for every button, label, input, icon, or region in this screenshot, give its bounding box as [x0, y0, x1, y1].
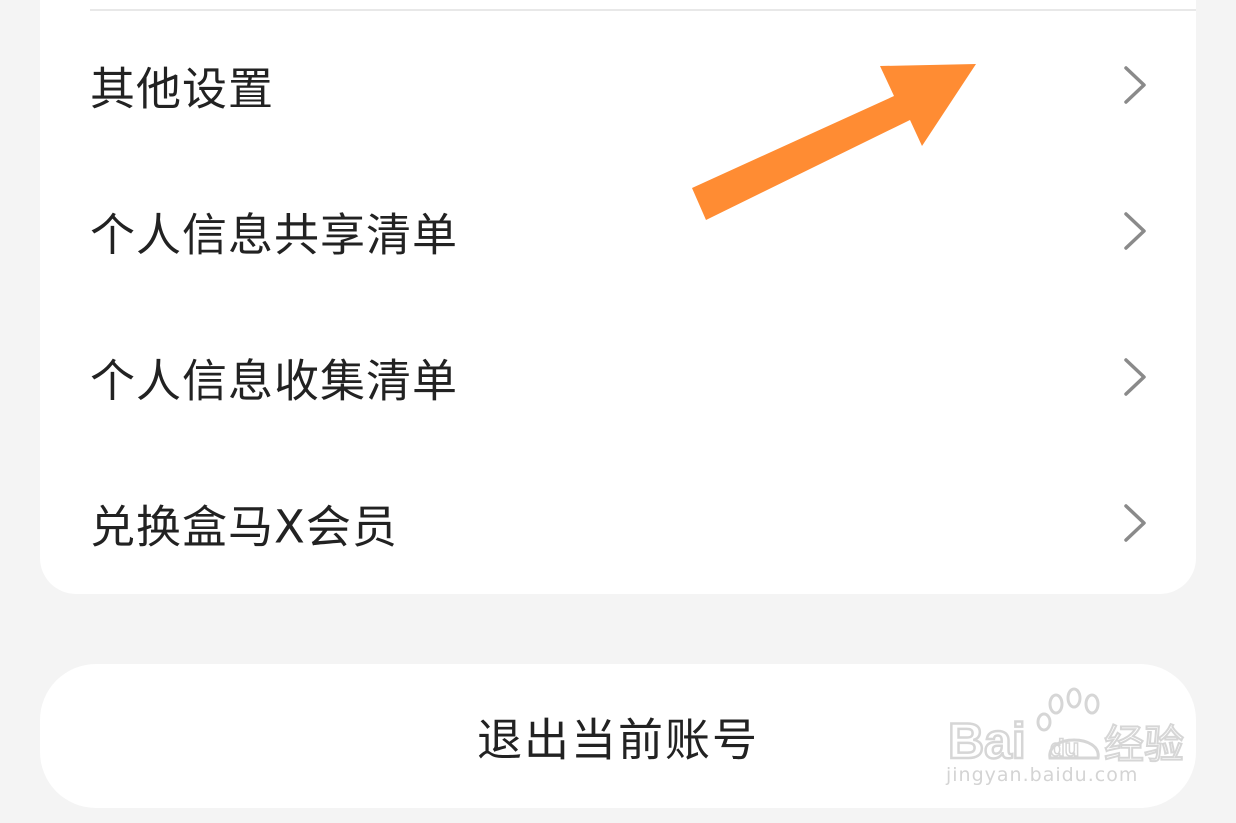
- menu-item-redeem-membership[interactable]: 兑换盒马X会员: [40, 450, 1196, 596]
- chevron-right-icon: [1124, 504, 1146, 542]
- menu-item-other-settings[interactable]: 其他设置: [40, 12, 1196, 158]
- arrow-pointer-icon: [692, 64, 976, 220]
- top-divider: [90, 9, 1196, 11]
- menu-item-info-sharing-list[interactable]: 个人信息共享清单: [40, 158, 1196, 304]
- svg-text:du: du: [1050, 735, 1079, 762]
- menu-item-label: 兑换盒马X会员: [90, 500, 398, 554]
- svg-text:经验: 经验: [1104, 722, 1184, 768]
- chevron-right-icon: [1124, 358, 1146, 396]
- watermark-site-text: jingyan.baidu.com: [946, 764, 1139, 786]
- settings-page: 其他设置 个人信息共享清单 个人信息收集清单 兑换盒马X会员 退出当前账号 Ba…: [0, 0, 1236, 823]
- menu-item-info-collection-list[interactable]: 个人信息收集清单: [40, 304, 1196, 450]
- menu-item-label: 其他设置: [90, 62, 275, 116]
- chevron-right-icon: [1124, 66, 1146, 104]
- menu-item-label: 个人信息收集清单: [90, 354, 459, 408]
- svg-text:Bai: Bai: [948, 713, 1026, 769]
- menu-item-label: 个人信息共享清单: [90, 208, 459, 262]
- chevron-right-icon: [1124, 212, 1146, 250]
- settings-menu-card: 其他设置 个人信息共享清单 个人信息收集清单 兑换盒马X会员: [40, 0, 1196, 594]
